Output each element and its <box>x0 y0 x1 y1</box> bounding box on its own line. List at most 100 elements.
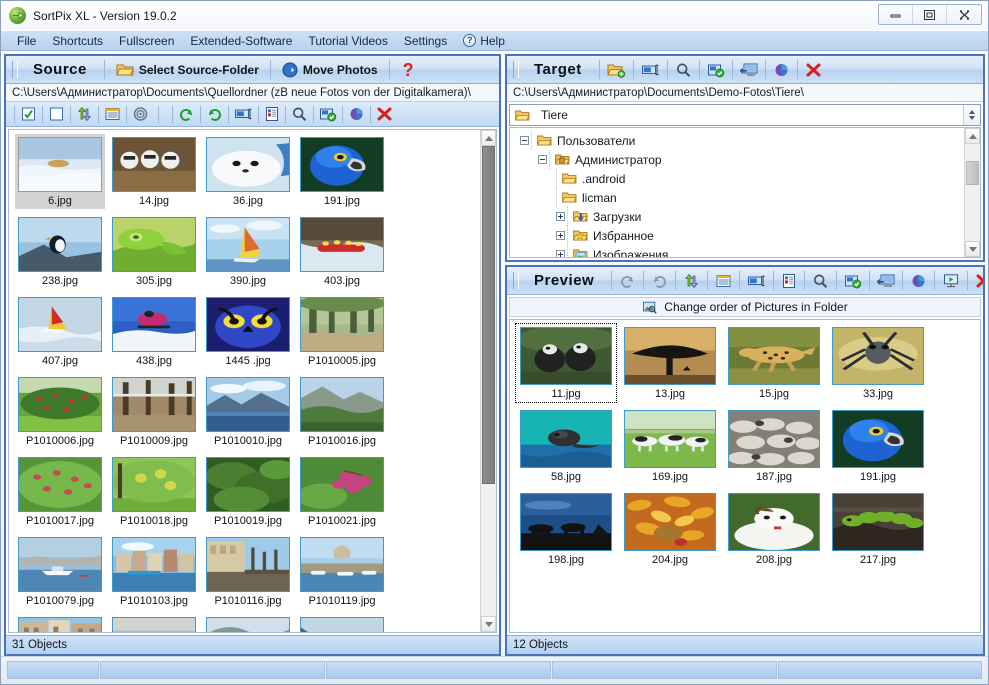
tree-node[interactable]: .android <box>510 169 964 188</box>
thumbnail-cell[interactable]: 208.jpg <box>724 490 824 568</box>
thumbnail-image[interactable] <box>112 617 196 632</box>
thumbnail-cell[interactable]: P1010005.jpg <box>297 294 387 369</box>
thumbnail-cell[interactable]: 198.jpg <box>516 490 616 568</box>
check-all-icon[interactable] <box>20 106 37 122</box>
preview-thumbnail-grid[interactable]: 11.jpg13.jpg15.jpg33.jpg58.jpg169.jpg187… <box>510 320 980 632</box>
scroll-thumb[interactable] <box>482 146 495 484</box>
scroll-up-arrow[interactable] <box>481 130 496 146</box>
delete-icon[interactable] <box>975 273 983 289</box>
zoom-icon[interactable] <box>812 273 829 289</box>
rotate-right-icon[interactable] <box>651 273 668 289</box>
menu-item-help[interactable]: ? Help <box>455 33 513 49</box>
menu-item-tutorial-videos[interactable]: Tutorial Videos <box>300 33 395 49</box>
thumbnail-cell[interactable]: P1010021.jpg <box>297 454 387 529</box>
thumbnail-image[interactable] <box>206 457 290 512</box>
help-question-icon[interactable]: ? <box>397 61 420 79</box>
thumbnail-image[interactable] <box>728 493 820 551</box>
tree-expand-icon[interactable] <box>556 212 565 221</box>
tree-expand-icon[interactable] <box>556 250 565 257</box>
rename-icon[interactable] <box>234 106 253 122</box>
tree-node[interactable]: Пользователи <box>510 131 964 150</box>
thumbnail-cell[interactable]: 407.jpg <box>15 294 105 369</box>
thumbnail-cell[interactable]: P1010010.jpg <box>203 374 293 449</box>
thumbnail-image[interactable] <box>520 327 612 385</box>
thumbnail-image[interactable] <box>832 410 924 468</box>
thumbnail-cell[interactable]: 187.jpg <box>724 407 824 485</box>
thumbnail-image[interactable] <box>18 457 102 512</box>
thumbnail-image[interactable] <box>18 297 102 352</box>
menu-item-shortcuts[interactable]: Shortcuts <box>44 33 111 49</box>
source-thumbnail-grid[interactable]: 6.jpg14.jpg36.jpg191.jpg238.jpg305.jpg39… <box>9 130 480 632</box>
zoom-icon[interactable] <box>291 106 308 122</box>
slideshow-icon[interactable] <box>942 273 960 289</box>
thumbnail-cell[interactable]: 15.jpg <box>724 324 824 402</box>
thumbnail-image[interactable] <box>206 617 290 632</box>
select-source-folder-button[interactable]: Select Source-Folder <box>112 61 263 78</box>
menu-item-fullscreen[interactable]: Fullscreen <box>111 33 182 49</box>
thumbnail-image[interactable] <box>300 137 384 192</box>
maximize-button[interactable] <box>913 5 947 24</box>
thumbnail-cell[interactable]: 305.jpg <box>109 214 199 289</box>
thumbnail-image[interactable] <box>206 537 290 592</box>
thumbnail-cell[interactable] <box>203 614 293 632</box>
scroll-track[interactable] <box>965 144 980 241</box>
thumbnail-image[interactable] <box>112 457 196 512</box>
thumbnail-image[interactable] <box>624 493 716 551</box>
thumbnail-cell[interactable]: P1010128.jpg <box>15 614 105 632</box>
sort-updown-icon[interactable] <box>683 273 700 289</box>
thumbnail-cell[interactable] <box>109 614 199 632</box>
scroll-track[interactable] <box>481 146 496 616</box>
thumbnail-cell[interactable]: 36.jpg <box>203 134 293 209</box>
combo-spinner[interactable] <box>963 105 980 125</box>
properties-icon[interactable] <box>781 273 797 289</box>
delete-icon[interactable] <box>805 62 822 78</box>
thumbnail-cell[interactable]: P1010019.jpg <box>203 454 293 529</box>
tree-collapse-icon[interactable] <box>538 155 547 164</box>
thumbnail-cell[interactable]: 191.jpg <box>297 134 387 209</box>
thumbnail-image[interactable] <box>206 137 290 192</box>
pie-icon[interactable] <box>773 62 790 78</box>
thumbnail-image[interactable] <box>112 377 196 432</box>
move-photos-button[interactable]: Move Photos <box>278 61 382 79</box>
thumbnail-cell[interactable]: 204.jpg <box>620 490 720 568</box>
scroll-thumb[interactable] <box>966 161 979 184</box>
tree-node[interactable]: licman <box>510 188 964 207</box>
menu-item-settings[interactable]: Settings <box>396 33 455 49</box>
thumbnail-image[interactable] <box>624 327 716 385</box>
tree-node[interactable]: Администратор <box>510 150 964 169</box>
target-icon[interactable] <box>132 106 149 122</box>
thumbnail-cell[interactable]: 390.jpg <box>203 214 293 289</box>
thumbnail-image[interactable] <box>206 217 290 272</box>
thumbnail-image[interactable] <box>18 137 102 192</box>
thumbnail-cell[interactable]: P1010016.jpg <box>297 374 387 449</box>
thumbnail-image[interactable] <box>300 377 384 432</box>
thumbnail-image[interactable] <box>112 537 196 592</box>
source-scrollbar[interactable] <box>480 130 496 632</box>
list-view-icon[interactable] <box>715 273 732 289</box>
thumbnail-cell[interactable]: P1010018.jpg <box>109 454 199 529</box>
tree-collapse-icon[interactable] <box>520 136 529 145</box>
thumbnail-image[interactable] <box>112 217 196 272</box>
target-folder-combo[interactable]: Tiere <box>509 104 981 126</box>
thumbnail-image[interactable] <box>206 297 290 352</box>
new-folder-icon[interactable] <box>607 62 626 78</box>
target-folder-tree[interactable]: ПользователиАдминистратор.androidlicmanЗ… <box>510 128 964 257</box>
thumbnail-image[interactable] <box>18 537 102 592</box>
thumbnail-cell[interactable]: 11.jpg <box>516 324 616 402</box>
rename-icon[interactable] <box>641 62 660 78</box>
change-order-bar[interactable]: Change order of Pictures in Folder <box>509 297 981 317</box>
thumbnail-cell[interactable]: P1010119.jpg <box>297 534 387 609</box>
scroll-down-arrow[interactable] <box>965 241 980 257</box>
thumbnail-cell[interactable]: 6.jpg <box>15 134 105 209</box>
minimize-button[interactable] <box>879 5 913 24</box>
tree-scrollbar[interactable] <box>964 128 980 257</box>
thumbnail-cell[interactable]: P1010017.jpg <box>15 454 105 529</box>
thumbnail-image[interactable] <box>206 377 290 432</box>
thumbnail-cell[interactable]: P1010006.jpg <box>15 374 105 449</box>
thumbnail-cell[interactable]: 13.jpg <box>620 324 720 402</box>
thumbnail-image[interactable] <box>112 297 196 352</box>
thumbnail-image[interactable] <box>300 217 384 272</box>
rename-icon[interactable] <box>747 273 766 289</box>
tree-node[interactable]: Изображения <box>510 245 964 257</box>
thumbnail-cell[interactable]: 33.jpg <box>828 324 928 402</box>
